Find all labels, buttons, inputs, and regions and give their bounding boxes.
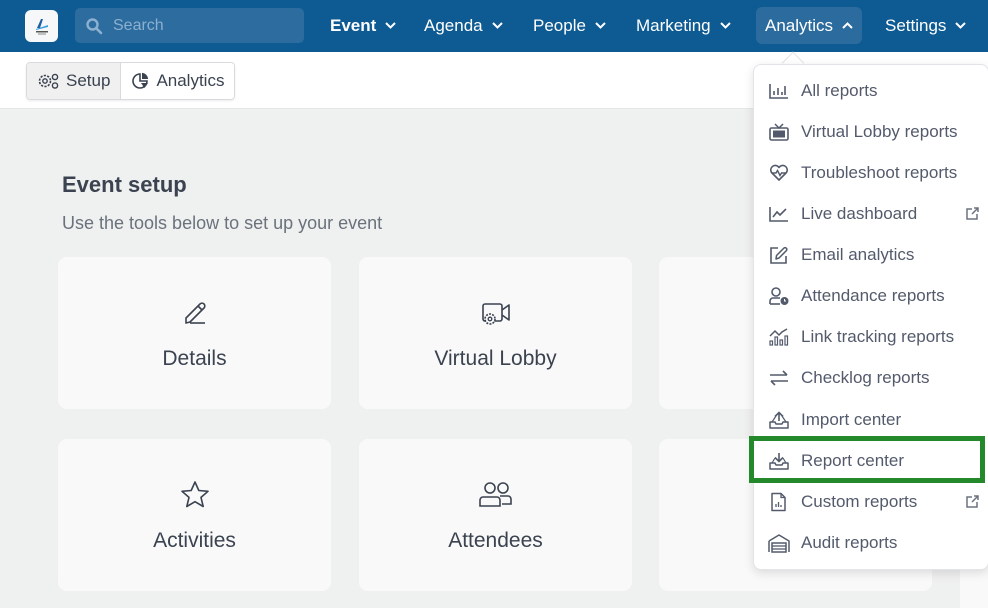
page-title: Event setup	[62, 172, 187, 197]
menu-item-label: Troubleshoot reports	[801, 163, 958, 182]
nav-event-label: Event	[330, 15, 377, 35]
search-input[interactable]: Search	[75, 8, 304, 43]
menu-item-label: Audit reports	[801, 533, 898, 552]
menu-item-label: Checklog reports	[801, 368, 930, 387]
menu-item-label: Custom reports	[801, 492, 918, 511]
chevron-down-icon	[719, 22, 731, 29]
menu-item-troubleshoot-reports[interactable]: Troubleshoot reports	[768, 155, 980, 191]
menu-item-label: Attendance reports	[801, 286, 945, 305]
card-activities[interactable]: Activities	[58, 439, 331, 591]
nav-settings[interactable]: Settings	[876, 7, 975, 44]
inbox-upload-icon	[769, 411, 789, 429]
pie-chart-icon	[132, 72, 149, 89]
nav-people[interactable]: People	[524, 7, 615, 44]
search-placeholder: Search	[113, 16, 164, 34]
card-label: Details	[162, 347, 227, 370]
file-chart-icon	[771, 492, 786, 512]
menu-item-label: Live dashboard	[801, 204, 918, 223]
nav-agenda[interactable]: Agenda	[415, 7, 512, 44]
chevron-down-icon	[385, 22, 397, 29]
edit-icon	[770, 246, 788, 264]
chevron-up-icon	[842, 22, 853, 29]
chevron-down-icon	[595, 22, 606, 29]
menu-item-attendance-reports[interactable]: Attendance reports	[768, 278, 980, 314]
user-clock-icon	[769, 287, 789, 305]
swap-arrows-icon	[770, 370, 788, 386]
card-attendees[interactable]: Attendees	[359, 439, 632, 591]
chevron-down-icon	[955, 22, 967, 29]
trend-bars-icon	[769, 328, 789, 346]
menu-item-all-reports[interactable]: All reports	[768, 73, 980, 109]
nav-event[interactable]: Event	[321, 7, 405, 44]
card-label: Activities	[153, 529, 236, 552]
garage-icon	[768, 534, 790, 553]
view-toggle: Setup Analytics	[26, 62, 236, 100]
menu-item-custom-reports[interactable]: Custom reports	[768, 484, 980, 520]
nav-marketing-label: Marketing	[636, 15, 711, 35]
bar-chart-icon	[769, 84, 788, 99]
tab-analytics[interactable]: Analytics	[121, 63, 235, 99]
tab-setup-label: Setup	[66, 71, 111, 90]
card-virtual-lobby[interactable]: Virtual Lobby	[359, 257, 632, 409]
nav-settings-label: Settings	[885, 15, 947, 35]
menu-item-import-center[interactable]: Import center	[768, 402, 980, 438]
menu-item-audit-reports[interactable]: Audit reports	[768, 525, 980, 561]
chevron-down-icon	[491, 22, 503, 29]
nav-people-label: People	[533, 15, 586, 35]
nav-analytics-label: Analytics	[765, 15, 834, 35]
top-navigation-bar: Search Event Agenda People Marketing Ana…	[0, 0, 988, 52]
menu-item-checklog-reports[interactable]: Checklog reports	[768, 360, 980, 396]
external-link-icon[interactable]	[964, 494, 980, 510]
logo-icon	[35, 19, 48, 35]
pencil-icon	[184, 302, 206, 324]
menu-item-email-analytics[interactable]: Email analytics	[768, 237, 980, 273]
tab-setup[interactable]: Setup	[27, 63, 122, 99]
report-center-highlight	[749, 436, 985, 483]
analytics-dropdown-menu: All reports Virtual Lobby reports Troubl…	[753, 64, 988, 570]
external-link-icon[interactable]	[964, 206, 980, 222]
menu-item-label: Virtual Lobby reports	[801, 122, 958, 141]
menu-item-link-tracking-reports[interactable]: Link tracking reports	[768, 319, 980, 355]
event-logo[interactable]	[25, 10, 58, 42]
tab-analytics-label: Analytics	[156, 71, 225, 90]
search-icon	[86, 17, 103, 34]
menu-item-label: Import center	[801, 410, 902, 429]
people-icon	[478, 482, 512, 507]
menu-item-label: Link tracking reports	[801, 327, 955, 346]
star-icon	[180, 481, 209, 508]
gears-icon	[38, 73, 59, 89]
card-details[interactable]: Details	[58, 257, 331, 409]
tv-icon	[769, 123, 789, 141]
menu-item-live-dashboard[interactable]: Live dashboard	[768, 196, 980, 232]
video-gear-icon	[481, 303, 510, 325]
menu-item-label: All reports	[801, 81, 878, 100]
menu-item-label: Email analytics	[801, 245, 915, 264]
page-subtitle: Use the tools below to set up your event	[62, 213, 383, 233]
card-label: Attendees	[448, 529, 543, 552]
line-chart-icon	[769, 207, 788, 222]
menu-item-virtual-lobby-reports[interactable]: Virtual Lobby reports	[768, 114, 980, 150]
nav-marketing[interactable]: Marketing	[627, 7, 740, 44]
card-label: Virtual Lobby	[434, 347, 557, 370]
nav-analytics[interactable]: Analytics	[756, 7, 863, 44]
heartbeat-icon	[769, 164, 789, 181]
nav-agenda-label: Agenda	[424, 15, 483, 35]
